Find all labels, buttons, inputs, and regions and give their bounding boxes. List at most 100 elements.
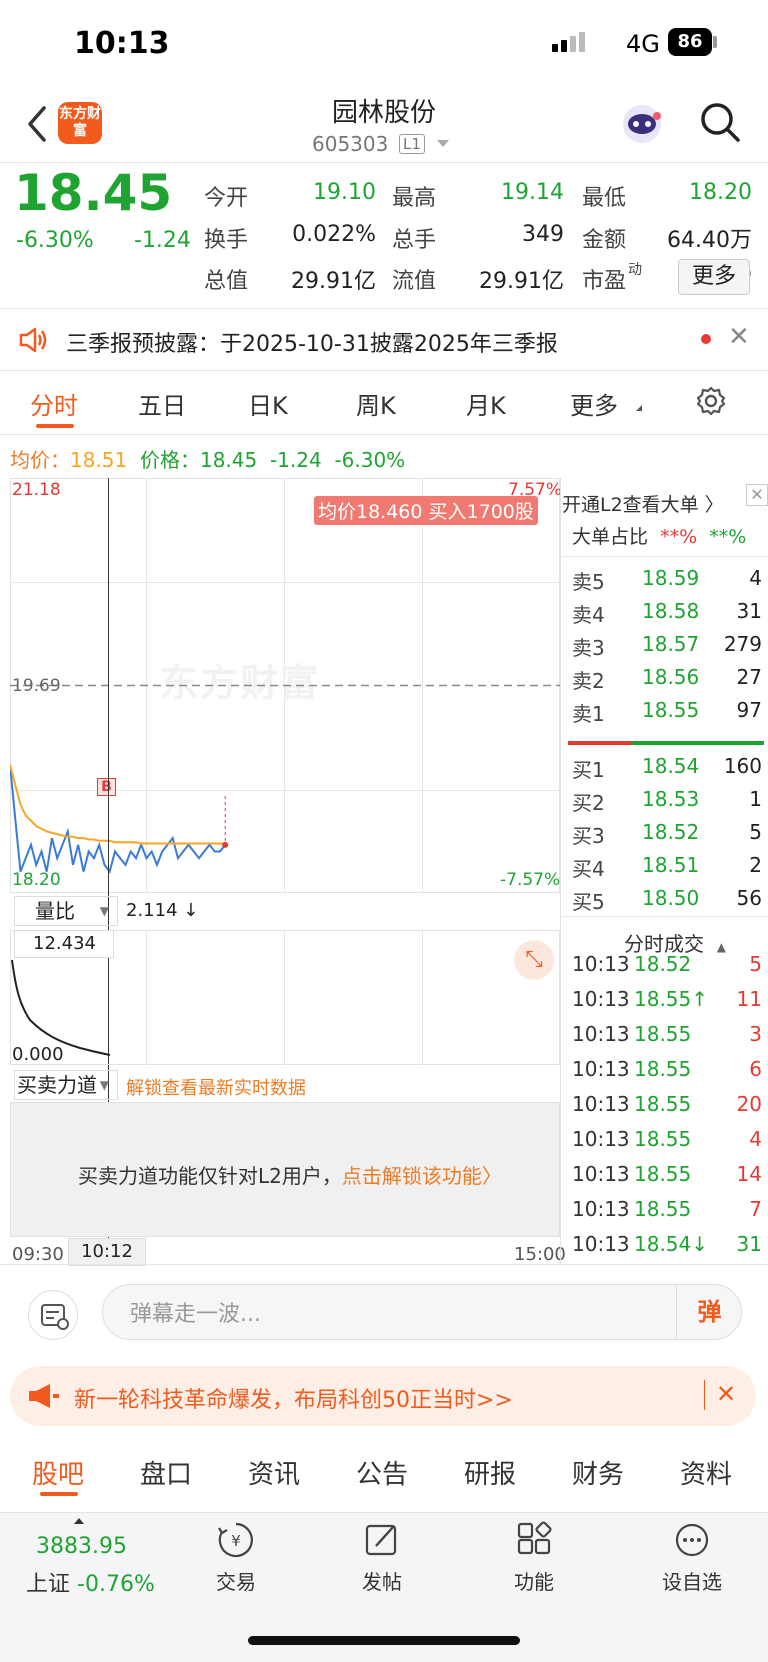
pct-min-label: -7.57% <box>500 870 561 890</box>
danmu-button[interactable]: 弹 <box>676 1284 742 1340</box>
nav-post[interactable]: 发帖 <box>342 1520 422 1595</box>
price-line <box>10 764 226 874</box>
trade-price: 18.55 <box>634 1057 692 1081</box>
divider <box>562 916 768 917</box>
avg-value: 18.51 <box>70 448 128 472</box>
trade-tooltip: 均价18.460 买入1700股 <box>314 496 538 525</box>
order-level: 卖1 <box>572 702 605 726</box>
trade-price: 18.55 <box>634 1022 692 1046</box>
current-price: 18.45 <box>14 164 173 222</box>
nav-trade[interactable]: ¥ 交易 <box>196 1520 276 1595</box>
trade-row: 10:13 18.54↓ 31 <box>572 1232 762 1266</box>
force-unlock-link[interactable]: 解锁查看最新实时数据 <box>126 1074 306 1100</box>
trade-time: 10:13 <box>572 1022 630 1046</box>
more-button[interactable]: 更多 <box>678 259 750 295</box>
close-icon[interactable]: ✕ <box>746 484 768 506</box>
last-price-dot <box>222 841 229 848</box>
quote-value: 29.91亿 <box>291 269 376 294</box>
level-badge[interactable]: L1 <box>399 134 425 154</box>
order-volume: 160 <box>723 754 762 778</box>
bottom-tab-5[interactable]: 财务 <box>572 1454 624 1491</box>
tab-3[interactable]: 周K <box>356 386 396 421</box>
trade-time: 10:13 <box>572 1057 630 1081</box>
tab-1[interactable]: 五日 <box>138 386 186 421</box>
divider <box>562 556 768 557</box>
trade-time: 10:13 <box>572 1162 630 1186</box>
tab-4[interactable]: 月K <box>466 386 506 421</box>
settings-icon[interactable] <box>696 386 726 416</box>
tab-5[interactable]: 更多 <box>570 386 618 421</box>
bottom-tab-1[interactable]: 盘口 <box>140 1454 192 1491</box>
nav-function[interactable]: 功能 <box>494 1520 574 1595</box>
l2-banner[interactable]: 开通L2查看大单 〉 <box>562 490 724 517</box>
battery-tip <box>713 36 717 48</box>
orderbook-row[interactable]: 卖3 18.57 279 <box>572 632 762 664</box>
quote-label: 流值 <box>392 269 437 294</box>
ratio-bar-red <box>568 741 632 745</box>
order-volume: 31 <box>736 599 762 623</box>
orderbook-row[interactable]: 卖2 18.56 27 <box>572 665 762 697</box>
index-value[interactable]: 3883.95 <box>36 1534 127 1559</box>
order-price: 18.53 <box>642 787 700 811</box>
bottom-tab-2[interactable]: 资讯 <box>248 1454 300 1491</box>
quote-label: 最高 <box>392 186 437 211</box>
orderbook-row[interactable]: 卖5 18.59 4 <box>572 566 762 598</box>
ad-text[interactable]: 新一轮科技革命爆发，布局科创50正当时>> <box>74 1382 513 1414</box>
tab-0[interactable]: 分时 <box>30 386 78 421</box>
active-tab-indicator <box>36 424 74 428</box>
ratio-bar-green <box>632 741 764 745</box>
trade-time: 10:13 <box>572 1127 630 1151</box>
orderbook-row[interactable]: 买3 18.52 5 <box>572 820 762 852</box>
function-icon <box>517 1521 552 1555</box>
orderbook-row[interactable]: 买2 18.53 1 <box>572 787 762 819</box>
price-chart-svg <box>10 684 560 874</box>
active-tab-indicator <box>40 1492 78 1496</box>
trade-volume: 14 <box>736 1162 762 1186</box>
index-name[interactable]: 上证 -0.76% <box>26 1566 155 1598</box>
trade-volume: 7 <box>749 1197 762 1221</box>
pct-value: -6.30% <box>334 448 406 472</box>
trade-row: 10:13 18.52 5 <box>572 952 762 986</box>
y-min-label: 18.20 <box>12 870 61 890</box>
comment-settings-icon[interactable] <box>28 1290 78 1340</box>
change-amount: -1.24 <box>134 228 191 253</box>
grid-line <box>284 930 285 1065</box>
orderbook-row[interactable]: 卖1 18.55 97 <box>572 698 762 730</box>
trade-volume: 20 <box>736 1092 762 1116</box>
quote-value: 29.91亿 <box>479 269 564 294</box>
cursor-time: 10:12 <box>68 1238 146 1266</box>
bottom-tab-6[interactable]: 资料 <box>680 1454 732 1491</box>
orderbook-row[interactable]: 买4 18.51 2 <box>572 853 762 885</box>
orderbook-row[interactable]: 买5 18.50 56 <box>572 886 762 918</box>
order-volume: 4 <box>749 566 762 590</box>
y-mid-label: 19.69 <box>12 676 61 696</box>
buy-marker[interactable]: B <box>97 778 116 796</box>
notice-text[interactable]: 三季报预披露：于2025-10-31披露2025年三季报 <box>66 326 558 358</box>
force-select[interactable]: 买卖力道 ▼ <box>14 1070 118 1100</box>
quote-label: 金额 <box>582 228 627 253</box>
bottom-tab-0[interactable]: 股吧 <box>32 1454 84 1491</box>
robot-assistant-icon[interactable] <box>620 102 664 146</box>
trade-time: 10:13 <box>572 1197 630 1221</box>
trade-volume: 31 <box>736 1232 762 1256</box>
search-icon[interactable] <box>698 100 742 144</box>
orderbook-row[interactable]: 卖4 18.58 31 <box>572 599 762 631</box>
unlock-feature-link[interactable]: 点击解锁该功能〉 <box>342 1164 502 1188</box>
trade-price: 18.55 <box>634 1127 692 1151</box>
expand-icon[interactable]: ⤡ <box>514 940 554 980</box>
volume-ratio-select[interactable]: 量比 ▼ <box>14 896 118 926</box>
bottom-tab-4[interactable]: 研报 <box>464 1454 516 1491</box>
right-panel-border <box>560 478 561 1264</box>
order-price: 18.55 <box>642 698 700 722</box>
trade-price: 18.54↓ <box>634 1232 709 1256</box>
nav-add-watchlist[interactable]: 设自选 <box>652 1520 732 1595</box>
close-icon[interactable]: ✕ <box>728 322 750 352</box>
tab-2[interactable]: 日K <box>248 386 288 421</box>
order-level: 买4 <box>572 857 605 881</box>
close-icon[interactable]: ✕ <box>716 1380 736 1408</box>
bottom-tab-3[interactable]: 公告 <box>356 1454 408 1491</box>
trade-row: 10:13 18.55 14 <box>572 1162 762 1196</box>
chevron-down-icon[interactable] <box>437 140 449 147</box>
orderbook-row[interactable]: 买1 18.54 160 <box>572 754 762 786</box>
price-value: 18.45 <box>199 448 258 472</box>
